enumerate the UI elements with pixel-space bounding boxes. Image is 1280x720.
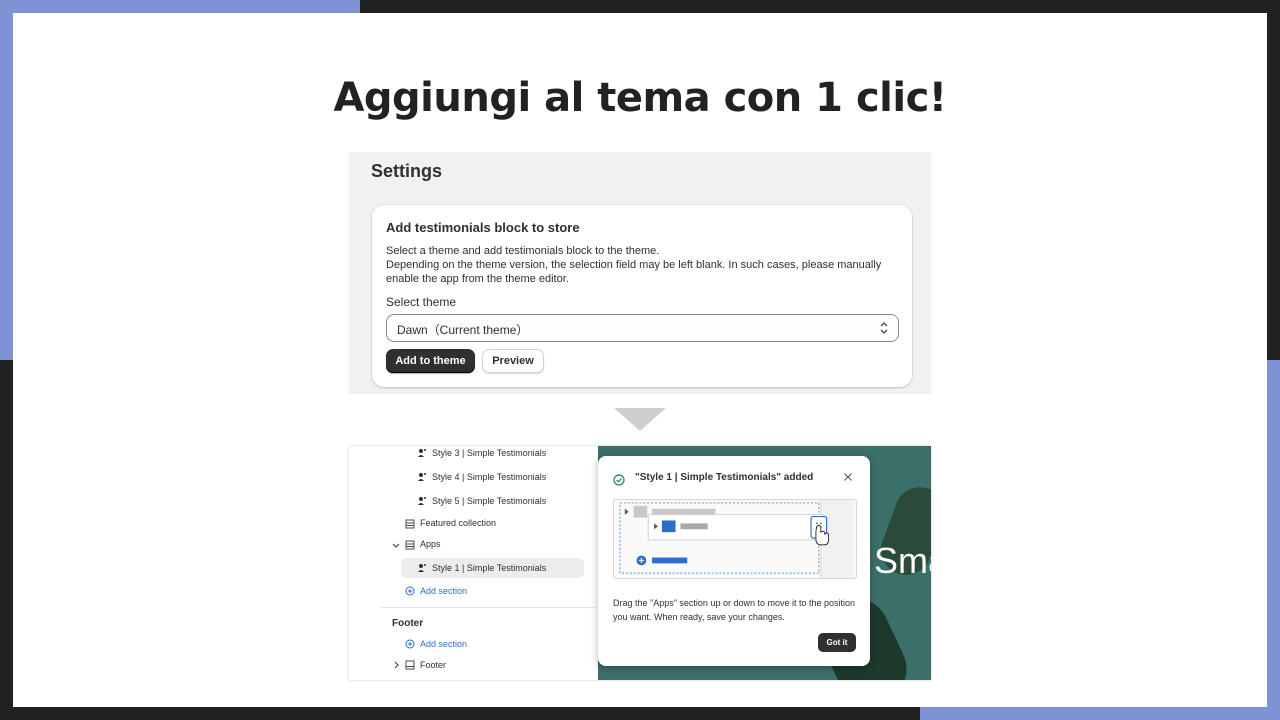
testimonial-icon bbox=[418, 449, 426, 457]
theme-select-value: Dawn（Current theme） bbox=[397, 323, 529, 337]
tree-item-style-3[interactable]: Style 3 | Simple Testimonials bbox=[432, 448, 546, 458]
select-theme-label: Select theme bbox=[386, 295, 457, 309]
theme-select[interactable]: Dawn（Current theme） bbox=[386, 314, 899, 342]
preview-button[interactable]: Preview bbox=[482, 349, 544, 373]
add-section-link[interactable]: Add section bbox=[420, 586, 467, 596]
testimonial-icon bbox=[418, 473, 426, 481]
select-chevron-icon bbox=[880, 322, 888, 334]
add-to-theme-button[interactable]: Add to theme bbox=[386, 349, 475, 373]
tree-item-style-1[interactable]: Style 1 | Simple Testimonials bbox=[432, 563, 546, 573]
section-icon bbox=[405, 540, 415, 550]
card-title: Add testimonials block to store bbox=[386, 220, 580, 235]
popover-pointer bbox=[588, 558, 598, 578]
plus-circle-icon bbox=[405, 639, 415, 649]
headline: Aggiungi al tema con 1 clic! bbox=[333, 75, 947, 121]
footer-group-title: Footer bbox=[392, 618, 424, 629]
tree-item-style-5[interactable]: Style 5 | Simple Testimonials bbox=[432, 496, 546, 506]
popover-text: Drag the "Apps" section up or down to mo… bbox=[613, 598, 856, 622]
card-description: Select a theme and add testimonials bloc… bbox=[386, 244, 902, 286]
edge-decoration-bottom bbox=[0, 706, 920, 720]
card-description-line-2: Depending on the theme version, the sele… bbox=[386, 259, 882, 285]
testimonial-icon bbox=[418, 497, 426, 505]
check-circle-icon bbox=[613, 474, 625, 486]
section-icon bbox=[405, 660, 415, 670]
got-it-button[interactable]: Got it bbox=[818, 633, 856, 652]
added-popover: "Style 1 | Simple Testimonials" added Dr… bbox=[598, 456, 870, 666]
chevron-down-icon[interactable] bbox=[391, 540, 401, 550]
drag-illustration bbox=[613, 499, 857, 579]
footer-add-section-link[interactable]: Add section bbox=[420, 639, 467, 649]
tree-item-footer[interactable]: Footer bbox=[420, 660, 446, 670]
settings-panel: Settings Add testimonials block to store… bbox=[349, 152, 931, 394]
settings-title: Settings bbox=[371, 161, 443, 181]
editor-sidebar: Style 3 | Simple Testimonials Style 4 | … bbox=[349, 446, 598, 680]
section-icon bbox=[405, 519, 415, 529]
plus-circle-icon bbox=[405, 586, 415, 596]
sidebar-divider bbox=[381, 607, 595, 608]
preview-heading: Sma bbox=[874, 540, 931, 581]
slide: Aggiungi al tema con 1 clic! Settings Ad… bbox=[13, 13, 1267, 707]
tree-item-apps[interactable]: Apps bbox=[420, 539, 441, 549]
card-description-line-1: Select a theme and add testimonials bloc… bbox=[386, 245, 660, 257]
popover-title: "Style 1 | Simple Testimonials" added bbox=[635, 472, 814, 483]
arrow-down-icon bbox=[614, 408, 666, 431]
theme-editor-screenshot: Style 3 | Simple Testimonials Style 4 | … bbox=[349, 446, 931, 680]
close-icon[interactable] bbox=[842, 471, 854, 483]
testimonial-icon bbox=[418, 564, 426, 572]
testimonials-card: Add testimonials block to store Select a… bbox=[372, 205, 912, 387]
tree-item-style-4[interactable]: Style 4 | Simple Testimonials bbox=[432, 472, 546, 482]
tree-item-featured-collection[interactable]: Featured collection bbox=[420, 518, 496, 528]
chevron-right-icon[interactable] bbox=[391, 660, 401, 670]
